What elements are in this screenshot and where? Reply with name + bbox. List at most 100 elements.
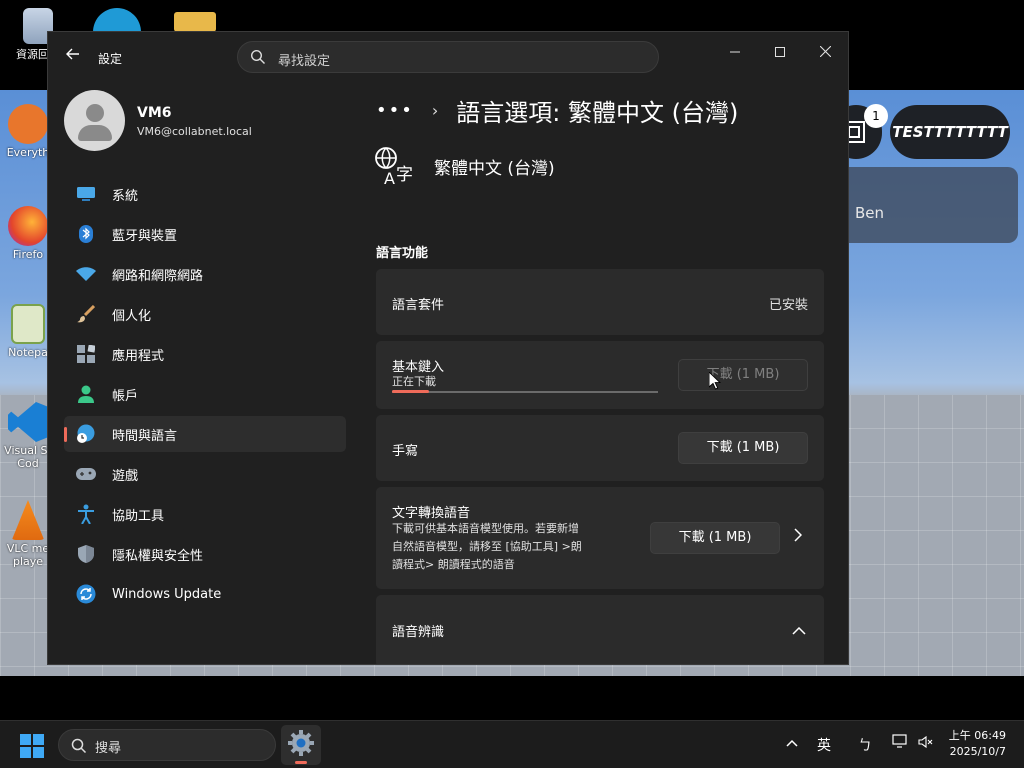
sidebar-item-time-language[interactable]: 時間與語言 (64, 416, 346, 452)
maximize-icon (775, 47, 785, 57)
svg-text:A: A (384, 169, 395, 186)
sidebar-item-label: 藍牙與裝置 (112, 228, 178, 244)
start-button[interactable] (20, 734, 44, 758)
sidebar-item-label: 個人化 (112, 308, 152, 324)
user-email: VM6@collabnet.local (137, 125, 252, 138)
apps-icon (76, 344, 96, 364)
monitor-icon (76, 184, 96, 204)
edge-icon[interactable] (93, 8, 141, 32)
feature-row-language-pack: 語言套件 已安裝 (376, 269, 824, 335)
desktop-icon-label: Visual St (4, 444, 52, 457)
close-button[interactable] (802, 38, 848, 68)
system-clock[interactable]: 上午 06:49 2025/10/7 (949, 728, 1006, 760)
folder-icon[interactable] (174, 12, 216, 32)
desktop-icon-notepad[interactable]: Notepa (4, 304, 52, 359)
search-placeholder: 尋找設定 (278, 54, 331, 69)
tray-overflow-chevron-icon[interactable] (786, 735, 798, 751)
download-button-text-to-speech[interactable]: 下載 (1 MB) (650, 522, 780, 554)
feature-row-handwriting: 手寫 下載 (1 MB) (376, 415, 824, 481)
desktop-icon-label: Firefo (12, 248, 44, 261)
minimize-icon (730, 51, 740, 53)
feature-label: 文字轉換語音 (392, 506, 471, 521)
back-arrow-icon (66, 48, 79, 60)
desktop-icon-label: Everyth (6, 146, 50, 159)
sidebar-item-gaming[interactable]: 遊戲 (64, 456, 346, 492)
download-progress-fill (392, 390, 430, 393)
download-progress-bar (392, 390, 658, 393)
sidebar-item-label: 帳戶 (112, 388, 139, 404)
clock-time: 上午 06:49 (948, 729, 1006, 742)
desktop-icon-label: Cod (17, 457, 39, 470)
desktop-icon-firefox[interactable]: Firefo (4, 206, 52, 261)
section-title-language-features: 語言功能 (376, 246, 429, 261)
accessibility-icon (76, 504, 96, 524)
ime-mode-indicator[interactable]: ㄅ (858, 735, 872, 755)
language-header: A字 繁體中文 (台灣) (374, 146, 555, 188)
minimize-button[interactable] (712, 38, 758, 68)
feature-label: 語音辨識 (392, 625, 445, 640)
sidebar-item-privacy[interactable]: 隱私權與安全性 (64, 536, 346, 572)
taskbar-search[interactable]: 搜尋 (58, 729, 276, 761)
chevron-up-icon[interactable] (792, 623, 806, 639)
download-button-basic-typing[interactable]: 下載 (1 MB) (678, 359, 808, 391)
mouse-cursor-icon (709, 372, 721, 390)
sidebar-item-bluetooth[interactable]: 藍牙與裝置 (64, 216, 346, 252)
sidebar-item-personalization[interactable]: 個人化 (64, 296, 346, 332)
vscode-icon (8, 402, 48, 442)
feature-description-line: 自然語音模型，請移至 [協助工具] >朗 (392, 540, 582, 553)
user-name: VM6 (137, 105, 172, 121)
sidebar-item-label: 協助工具 (112, 508, 165, 524)
sidebar-item-label: 遊戲 (112, 468, 139, 484)
desktop-dark-strip (0, 676, 1024, 720)
back-button[interactable] (60, 44, 86, 70)
desktop-icon-everything[interactable]: Everyth (4, 104, 52, 159)
chevron-right-icon: › (431, 100, 439, 120)
brush-icon (76, 304, 96, 324)
sidebar-item-accessibility[interactable]: 協助工具 (64, 496, 346, 532)
taskbar-app-settings[interactable] (281, 725, 321, 765)
notepad-icon (11, 304, 45, 344)
desktop-icon-vlc[interactable]: VLC me playe (4, 500, 52, 568)
feature-row-speech-recognition[interactable]: 語音辨識 (376, 595, 824, 664)
page-title: 語言選項: 繁體中文 (台灣) (456, 98, 739, 127)
feature-row-text-to-speech[interactable]: 文字轉換語音 下載可供基本語音模型使用。若要新增 自然語音模型，請移至 [協助工… (376, 487, 824, 589)
ime-language-indicator[interactable]: 英 (817, 735, 831, 755)
settings-gear-icon (288, 730, 314, 756)
shield-icon (76, 544, 96, 564)
download-button-handwriting[interactable]: 下載 (1 MB) (678, 432, 808, 464)
network-disconnected-icon[interactable] (892, 734, 910, 754)
feature-description-line: 讀程式> 朗讀程式的語音 (392, 558, 515, 571)
maximize-button[interactable] (757, 38, 803, 68)
language-name: 繁體中文 (台灣) (434, 158, 555, 179)
status-installed: 已安裝 (768, 298, 808, 313)
volume-muted-icon[interactable] (918, 734, 934, 754)
search-icon (250, 49, 265, 64)
firefox-icon (8, 206, 48, 246)
desktop-icon-vscode[interactable]: Visual St Cod (4, 402, 52, 470)
sidebar-item-label: 系統 (112, 188, 139, 204)
breadcrumb-overflow-button[interactable]: ••• (376, 100, 414, 121)
windows-logo-icon (20, 734, 31, 745)
title-bar: 設定 尋找設定 (48, 32, 848, 82)
feature-description-line: 下載可供基本語音模型使用。若要新增 (392, 522, 579, 535)
game-player-pill[interactable]: TESTTTTTTTT (890, 105, 1010, 159)
feature-label: 手寫 (392, 444, 419, 459)
settings-search-input[interactable]: 尋找設定 (237, 41, 659, 73)
desktop-icon-label: Notepa (8, 346, 48, 359)
feature-row-basic-typing: 基本鍵入 正在下載 下載 (1 MB) (376, 341, 824, 409)
sidebar-item-network[interactable]: 網路和網際網路 (64, 256, 346, 292)
sidebar-item-system[interactable]: 系統 (64, 176, 346, 212)
sidebar-item-windows-update[interactable]: Windows Update (64, 576, 346, 612)
clock-date: 2025/10/7 (949, 745, 1006, 758)
svg-text:字: 字 (396, 165, 413, 185)
sidebar-item-label: 應用程式 (112, 348, 165, 364)
download-status: 正在下載 (392, 375, 436, 388)
vlc-icon (11, 500, 45, 540)
feature-label: 語言套件 (392, 298, 445, 313)
close-icon (819, 45, 831, 58)
taskbar-search-label: 搜尋 (95, 741, 122, 756)
sidebar-item-apps[interactable]: 應用程式 (64, 336, 346, 372)
sidebar-item-accounts[interactable]: 帳戶 (64, 376, 346, 412)
avatar[interactable] (64, 90, 125, 151)
wifi-icon (76, 264, 96, 284)
